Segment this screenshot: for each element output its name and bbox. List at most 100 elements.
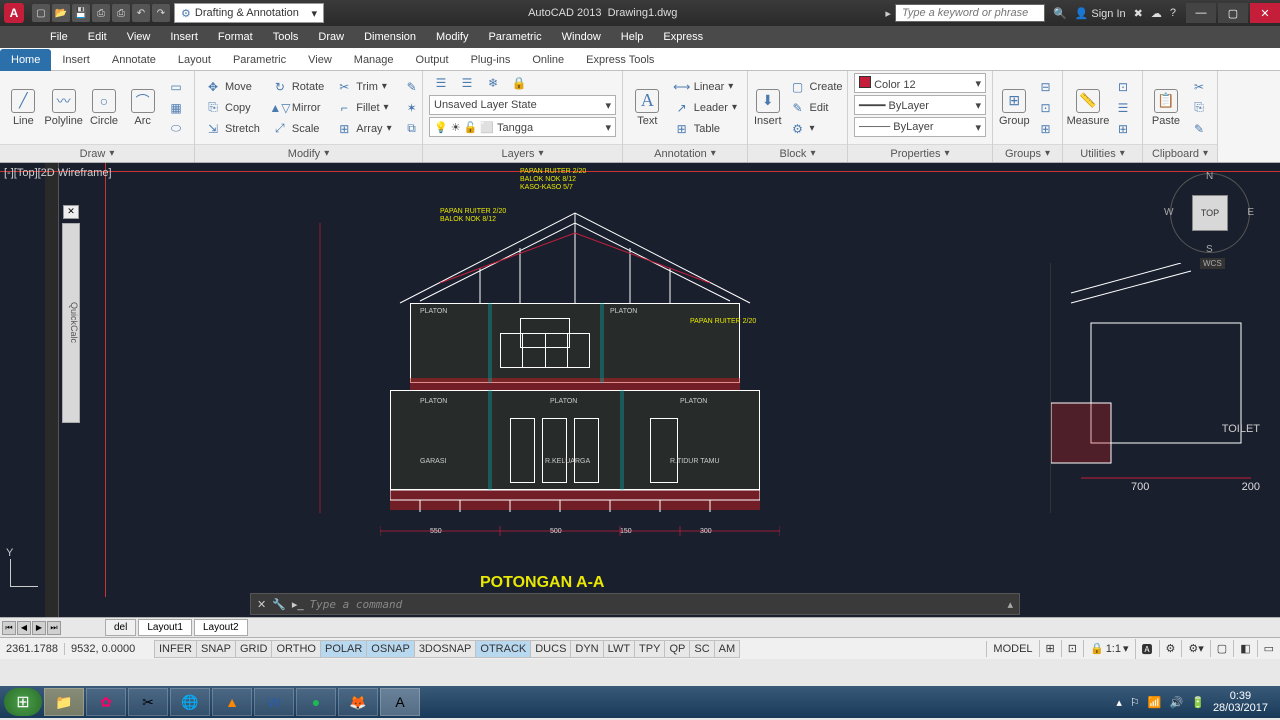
block-attr-button[interactable]: ⚙▾ <box>786 119 847 139</box>
tab-plug-ins[interactable]: Plug-ins <box>460 49 522 71</box>
hatch-button[interactable]: ▦ <box>164 98 188 118</box>
status-model[interactable]: MODEL <box>986 641 1038 657</box>
group-sel-button[interactable]: ⊞ <box>1034 119 1058 139</box>
qat-redo-icon[interactable]: ↷ <box>152 4 170 22</box>
panel-groups-title[interactable]: Groups ▾ <box>993 144 1062 162</box>
window-minimize-button[interactable]: — <box>1186 3 1216 23</box>
help-icon[interactable]: ? <box>1170 7 1176 19</box>
menu-window[interactable]: Window <box>552 31 611 43</box>
view-cube[interactable]: TOP N S E W WCS <box>1170 173 1250 253</box>
menu-edit[interactable]: Edit <box>78 31 117 43</box>
menu-parametric[interactable]: Parametric <box>478 31 551 43</box>
status-grid2-icon[interactable]: ⊡ <box>1061 640 1083 657</box>
layout-last-icon[interactable]: ⏭ <box>47 621 61 635</box>
status-toggle-sc[interactable]: SC <box>689 640 714 658</box>
leader-button[interactable]: ↗Leader ▾ <box>670 98 741 118</box>
tab-layout[interactable]: Layout <box>167 49 222 71</box>
status-iso-icon[interactable]: ◧ <box>1233 640 1256 657</box>
lineweight-dropdown[interactable]: ━━━━ ByLayer▾ <box>854 95 986 115</box>
tab-online[interactable]: Online <box>521 49 575 71</box>
linear-button[interactable]: ⟷Linear ▾ <box>670 77 741 97</box>
panel-modify-title[interactable]: Modify ▾ <box>195 144 422 162</box>
tray-clock[interactable]: 0:39 28/03/2017 <box>1213 690 1268 714</box>
qat-undo-icon[interactable]: ↶ <box>132 4 150 22</box>
ungroup-button[interactable]: ⊟ <box>1034 77 1058 97</box>
quickcalc-close-icon[interactable]: ✕ <box>63 205 79 219</box>
panel-utilities-title[interactable]: Utilities ▾ <box>1063 144 1142 162</box>
status-toggle-3dosnap[interactable]: 3DOSNAP <box>414 640 477 658</box>
status-toggle-lwt[interactable]: LWT <box>603 640 635 658</box>
cmdline-wrench-icon[interactable]: 🔧 <box>272 598 286 611</box>
util-1[interactable]: ⊡ <box>1111 77 1135 97</box>
status-clean-icon[interactable]: ▭ <box>1257 640 1280 657</box>
cut-button[interactable]: ✂ <box>1187 77 1211 97</box>
group-button[interactable]: ⊞Group <box>999 77 1030 139</box>
menu-draw[interactable]: Draw <box>308 31 354 43</box>
status-toggle-polar[interactable]: POLAR <box>320 640 367 658</box>
offset-button[interactable]: ⧉ <box>400 119 424 139</box>
match-button[interactable]: ✎ <box>1187 119 1211 139</box>
status-toggle-snap[interactable]: SNAP <box>196 640 236 658</box>
group-edit-button[interactable]: ⊡ <box>1034 98 1058 118</box>
status-toggle-am[interactable]: AM <box>714 640 741 658</box>
menu-tools[interactable]: Tools <box>263 31 309 43</box>
tab-annotate[interactable]: Annotate <box>101 49 167 71</box>
rectangle-button[interactable]: ▭ <box>164 77 188 97</box>
trim-button[interactable]: ✂Trim ▾ <box>332 77 395 97</box>
status-toggle-qp[interactable]: QP <box>664 640 690 658</box>
start-button[interactable]: ⊞ <box>4 688 42 716</box>
layer-freeze-button[interactable]: ❄ <box>481 73 505 93</box>
polyline-button[interactable]: 〰Polyline <box>45 77 83 139</box>
table-button[interactable]: ⊞Table <box>670 119 741 139</box>
arc-button[interactable]: ⌒Arc <box>125 77 160 139</box>
status-toggle-ducs[interactable]: DUCS <box>530 640 571 658</box>
color-dropdown[interactable]: Color 12▾ <box>854 73 986 93</box>
task-word[interactable]: W <box>254 688 294 716</box>
qat-save-icon[interactable]: 💾 <box>72 4 90 22</box>
panel-block-title[interactable]: Block ▾ <box>748 144 847 162</box>
tab-model[interactable]: del <box>105 619 136 636</box>
rotate-button[interactable]: ↻Rotate <box>268 77 328 97</box>
status-toggle-osnap[interactable]: OSNAP <box>366 640 415 658</box>
menu-help[interactable]: Help <box>611 31 654 43</box>
layout-prev-icon[interactable]: ◀ <box>17 621 31 635</box>
task-app1[interactable]: ✿ <box>86 688 126 716</box>
scale-button[interactable]: ⤢Scale <box>268 119 328 139</box>
tab-parametric[interactable]: Parametric <box>222 49 297 71</box>
array-button[interactable]: ⊞Array ▾ <box>332 119 395 139</box>
status-anno-icon[interactable]: 🅰 <box>1135 639 1159 659</box>
exchange-icon[interactable]: ✖ <box>1134 7 1143 20</box>
panel-annotation-title[interactable]: Annotation ▾ <box>623 144 747 162</box>
panel-layers-title[interactable]: Layers ▾ <box>423 144 622 162</box>
cmdline-close-icon[interactable]: ✕ <box>257 598 266 611</box>
panel-properties-title[interactable]: Properties ▾ <box>848 144 992 162</box>
measure-button[interactable]: 📏Measure <box>1069 77 1107 139</box>
drawing-canvas[interactable]: [-][Top][2D Wireframe] ✕ QuickCalc TOP N… <box>0 163 1280 637</box>
menu-modify[interactable]: Modify <box>426 31 478 43</box>
tray-bat-icon[interactable]: 🔋 <box>1191 696 1205 709</box>
search-input[interactable] <box>895 4 1045 22</box>
status-toggle-grid[interactable]: GRID <box>235 640 273 658</box>
menu-dimension[interactable]: Dimension <box>354 31 426 43</box>
create-block-button[interactable]: ▢Create <box>786 77 847 97</box>
explode-button[interactable]: ✶ <box>400 98 424 118</box>
linetype-dropdown[interactable]: ──── ByLayer▾ <box>854 117 986 137</box>
tab-view[interactable]: View <box>297 49 343 71</box>
task-vlc[interactable]: ▲ <box>212 688 252 716</box>
menu-format[interactable]: Format <box>208 31 263 43</box>
insert-block-button[interactable]: ⬇Insert <box>754 77 782 139</box>
search-arrow-icon[interactable]: ▸ <box>881 7 895 20</box>
stretch-button[interactable]: ⇲Stretch <box>201 119 264 139</box>
copy-button[interactable]: ⎘Copy <box>201 98 264 118</box>
qat-plot-icon[interactable]: ⎙ <box>112 4 130 22</box>
infocenter-icon[interactable]: 🔍 <box>1053 7 1067 20</box>
tab-layout1[interactable]: Layout1 <box>138 619 192 636</box>
qat-saveas-icon[interactable]: ⎙ <box>92 4 110 22</box>
tray-up-icon[interactable]: ▴ <box>1116 696 1122 709</box>
tray-net-icon[interactable]: 📶 <box>1148 696 1162 709</box>
tab-layout2[interactable]: Layout2 <box>194 619 248 636</box>
layout-next-icon[interactable]: ▶ <box>32 621 46 635</box>
window-close-button[interactable]: ✕ <box>1250 3 1280 23</box>
ellipse-button[interactable]: ⬭ <box>164 119 188 139</box>
edit-block-button[interactable]: ✎Edit <box>786 98 847 118</box>
